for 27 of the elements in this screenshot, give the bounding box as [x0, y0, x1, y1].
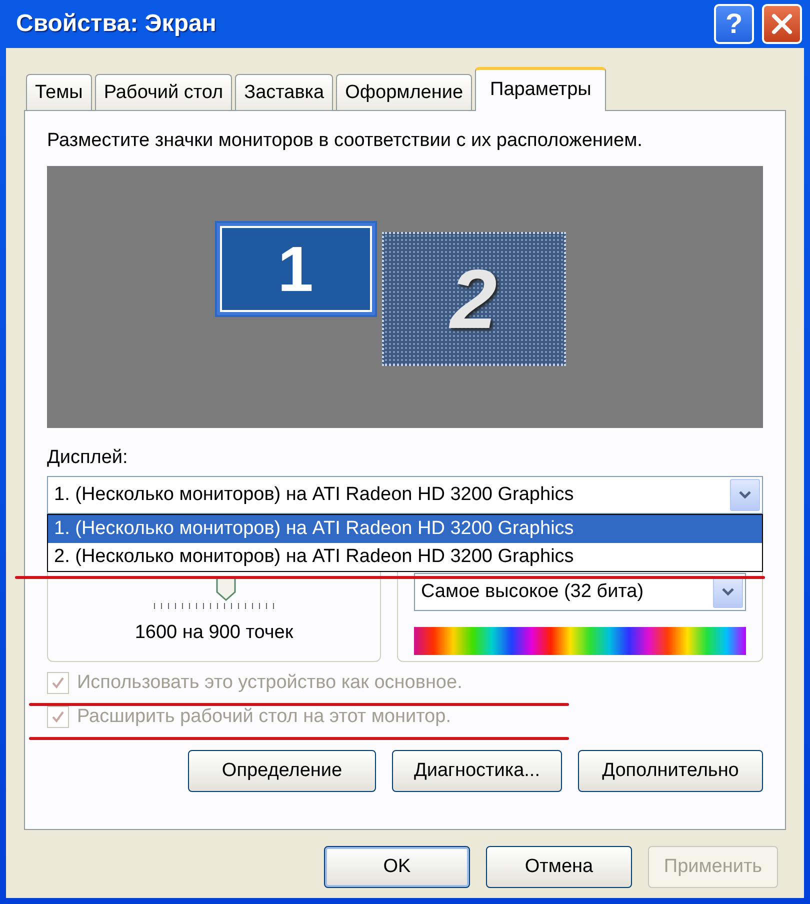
button[interactable]: Определение	[188, 750, 376, 792]
tab[interactable]: Заставка	[235, 74, 334, 110]
tab[interactable]: Параметры	[475, 67, 606, 111]
instruction-text: Разместите значки мониторов в соответствии с их расположением.	[47, 129, 644, 153]
display-select[interactable]: 1. (Несколько мониторов) на ATI Radeon HD 3200 Graphics	[47, 476, 763, 514]
check-icon	[51, 710, 65, 724]
check-icon	[51, 676, 65, 690]
button[interactable]: Отмена	[486, 846, 632, 888]
checkbox-label: Использовать это устройство как основное.	[77, 670, 462, 695]
resolution-value: 1600 на 900 точек	[134, 621, 294, 645]
tab[interactable]: Оформление	[336, 74, 472, 110]
monitor-icon[interactable]: 2	[382, 232, 566, 366]
tab[interactable]: Рабочий стол	[94, 74, 232, 110]
button[interactable]: Диагностика...	[392, 750, 562, 792]
button[interactable]: OK	[324, 846, 470, 888]
close-icon	[770, 12, 794, 36]
help-button[interactable]: ?	[714, 4, 754, 44]
window-title: Свойства: Экран	[16, 9, 216, 39]
display-label: Дисплей:	[47, 446, 129, 470]
button: Применить	[648, 846, 778, 888]
color-quality-select[interactable]: Самое высокое (32 бита)	[414, 573, 746, 611]
tab[interactable]: Темы	[26, 74, 92, 110]
checkbox-label: Расширить рабочий стол на этот монитор.	[77, 704, 451, 729]
dropdown-option[interactable]: 1. (Несколько мониторов) на ATI Radeon HD 3200 Graphics	[48, 515, 762, 543]
close-button[interactable]	[762, 4, 802, 44]
dropdown-option[interactable]: 2. (Несколько мониторов) на ATI Radeon HD 3200 Graphics	[48, 543, 762, 571]
button[interactable]: Дополнительно	[578, 750, 763, 792]
